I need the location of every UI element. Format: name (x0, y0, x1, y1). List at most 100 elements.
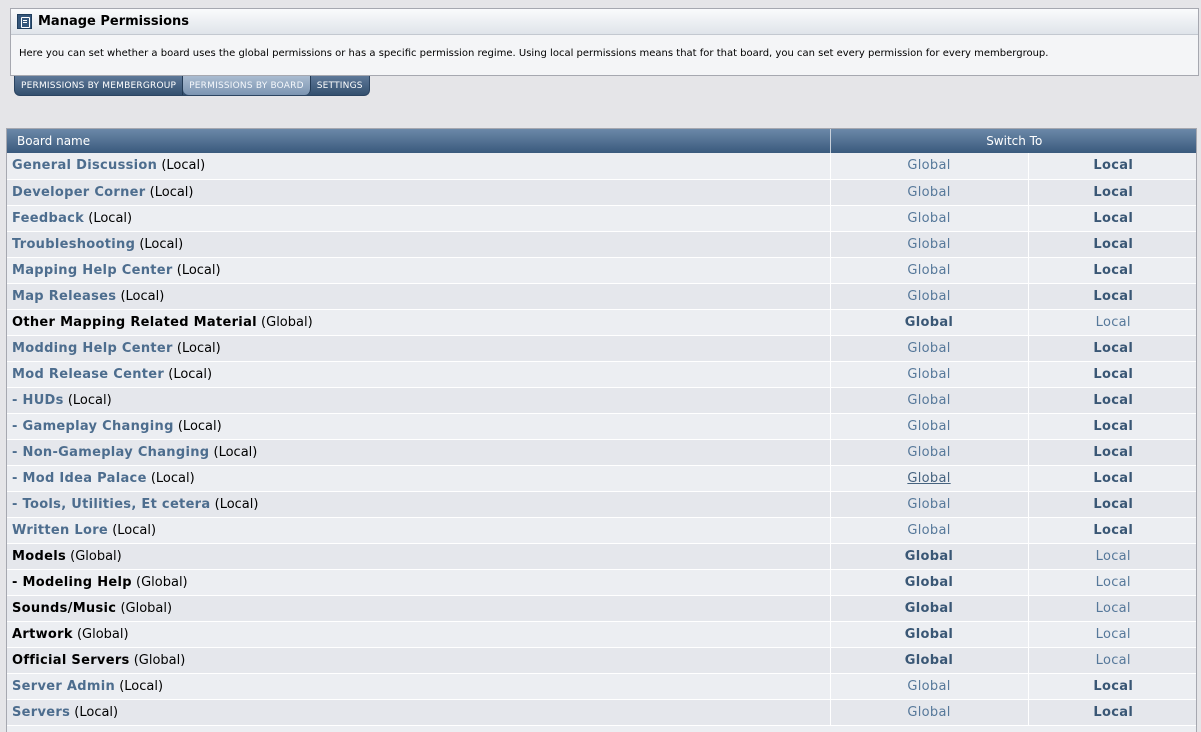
board-permissions-link[interactable]: Mod Release Center (12, 367, 164, 382)
switch-to-global-link[interactable]: Global (907, 211, 950, 226)
switch-to-global-link[interactable]: Global (907, 471, 950, 486)
switch-to-global-link[interactable]: Global (907, 289, 950, 304)
switch-global-cell: Global (829, 647, 1028, 674)
table-row: Modding Help Center (Local) Global Local (7, 335, 1196, 362)
switch-to-global-link[interactable]: Global (907, 419, 950, 434)
tab-settings[interactable]: SETTINGS (311, 76, 369, 95)
board-mode-label: (Local) (168, 366, 213, 382)
board-name-cell: - Mod Idea Palace (Local) (7, 465, 830, 492)
current-local-label: Local (1093, 418, 1134, 434)
switch-to-local-link[interactable]: Local (1096, 575, 1131, 590)
switch-to-global-link[interactable]: Global (907, 185, 950, 200)
current-local-label: Local (1093, 288, 1134, 304)
board-permissions-link[interactable]: - HUDs (12, 393, 64, 408)
switch-to-global-link[interactable]: Global (907, 367, 950, 382)
table-row: Artwork (Global) Global Local (7, 621, 1196, 648)
switch-to-local-link[interactable]: Local (1096, 627, 1131, 642)
switch-local-cell: Local (1027, 257, 1196, 284)
switch-global-cell: Global (829, 517, 1028, 544)
current-global-label: Global (904, 652, 954, 668)
switch-to-global-link[interactable]: Global (907, 523, 950, 538)
board-name-cell: Modding Help Center (Local) (7, 335, 830, 362)
switch-local-cell: Local (1027, 153, 1196, 180)
switch-to-local-link[interactable]: Local (1096, 315, 1131, 330)
switch-to-global-link[interactable]: Global (907, 679, 950, 694)
board-permissions-link[interactable]: Feedback (12, 211, 84, 226)
board-mode-label: (Local) (213, 444, 258, 460)
switch-to-global-link[interactable]: Global (907, 158, 950, 173)
board-mode-label: (Global) (136, 574, 188, 590)
board-name-cell: - Tools, Utilities, Et cetera (Local) (7, 491, 830, 518)
board-mode-label: (Local) (214, 496, 259, 512)
board-name-cell: - HUDs (Local) (7, 387, 830, 414)
switch-local-cell: Local (1027, 205, 1196, 232)
current-global-label: Global (904, 548, 954, 564)
table-row: - Mod Idea Palace (Local) Global Local (7, 465, 1196, 492)
board-permissions-link[interactable]: - Tools, Utilities, Et cetera (12, 497, 210, 512)
switch-to-local-link[interactable]: Local (1096, 549, 1131, 564)
board-permissions-link[interactable]: Mapping Help Center (12, 263, 173, 278)
tab-permissions-by-membergroup[interactable]: PERMISSIONS BY MEMBERGROUP (15, 76, 184, 95)
switch-to-local-link[interactable]: Local (1096, 653, 1131, 668)
switch-to-global-link[interactable]: Global (907, 263, 950, 278)
board-name-cell: Other Mapping Related Material (Global) (7, 309, 830, 336)
table-row: Mod Release Center (Local) Global Local (7, 361, 1196, 388)
switch-to-global-link[interactable]: Global (907, 497, 950, 512)
board-name-cell: - Gameplay Changing (Local) (7, 413, 830, 440)
board-mode-label: (Local) (176, 262, 221, 278)
board-permissions-link[interactable]: - Non-Gameplay Changing (12, 445, 209, 460)
board-mode-label: (Local) (177, 418, 222, 434)
permissions-tabs: PERMISSIONS BY MEMBERGROUP PERMISSIONS B… (14, 76, 370, 96)
manage-permissions-panel: Manage Permissions Here you can set whet… (10, 8, 1199, 76)
current-local-label: Local (1093, 366, 1134, 382)
board-permissions-link[interactable]: Server Admin (12, 679, 115, 694)
current-local-label: Local (1093, 392, 1134, 408)
table-header-row: Board name Switch To (7, 129, 1196, 153)
switch-to-global-link[interactable]: Global (907, 341, 950, 356)
board-name-cell: Feedback (Local) (7, 205, 830, 232)
current-local-label: Local (1093, 236, 1134, 252)
switch-to-global-link[interactable]: Global (907, 237, 950, 252)
switch-local-cell: Local (1027, 361, 1196, 388)
board-mode-label: (Local) (176, 340, 221, 356)
switch-global-cell: Global (829, 387, 1028, 414)
table-row: Troubleshooting (Local) Global Local (7, 231, 1196, 258)
switch-to-global-link[interactable]: Global (907, 705, 950, 720)
switch-to-global-link[interactable]: Global (907, 393, 950, 408)
switch-to-local-link[interactable]: Local (1096, 601, 1131, 616)
board-name: Artwork (12, 626, 73, 642)
current-local-label: Local (1093, 262, 1134, 278)
board-permissions-link[interactable]: General Discussion (12, 158, 157, 173)
board-permissions-table-container: Board name Switch To General Discussion … (6, 128, 1197, 732)
board-permissions-link[interactable]: - Mod Idea Palace (12, 471, 147, 486)
board-name: Sounds/Music (12, 600, 117, 616)
board-name-cell: Map Releases (Local) (7, 283, 830, 310)
switch-local-cell: Local (1027, 179, 1196, 206)
board-name-cell: Artwork (Global) (7, 621, 830, 648)
tab-permissions-by-board[interactable]: PERMISSIONS BY BOARD (183, 76, 311, 95)
board-name-cell: General Discussion (Local) (7, 153, 830, 180)
board-name-cell: Server Admin (Local) (7, 673, 830, 700)
board-permissions-link[interactable]: - Gameplay Changing (12, 419, 174, 434)
current-global-label: Global (904, 314, 954, 330)
table-row: - Modeling Help (Global) Global Local (7, 569, 1196, 596)
table-row: Feedback (Local) Global Local (7, 205, 1196, 232)
board-permissions-link[interactable]: Troubleshooting (12, 237, 135, 252)
board-name-cell: Mod Release Center (Local) (7, 361, 830, 388)
switch-global-cell: Global (829, 153, 1028, 180)
switch-global-cell: Global (829, 439, 1028, 466)
current-local-label: Local (1093, 340, 1134, 356)
board-permissions-link[interactable]: Modding Help Center (12, 341, 173, 356)
board-permissions-link[interactable]: Servers (12, 705, 70, 720)
table-row: Servers (Local) Global Local (7, 699, 1196, 726)
switch-to-global-link[interactable]: Global (907, 445, 950, 460)
board-mode-label: (Local) (119, 678, 164, 694)
table-row: - Non-Gameplay Changing (Local) Global Loc… (7, 439, 1196, 466)
board-permissions-link[interactable]: Map Releases (12, 289, 116, 304)
board-permissions-link[interactable]: Written Lore (12, 523, 108, 538)
board-permissions-link[interactable]: Developer Corner (12, 185, 146, 200)
board-name: Other Mapping Related Material (12, 314, 257, 330)
column-header-switch-to: Switch To (830, 129, 1196, 153)
help-document-icon[interactable] (17, 14, 32, 29)
board-mode-label: (Global) (70, 548, 122, 564)
